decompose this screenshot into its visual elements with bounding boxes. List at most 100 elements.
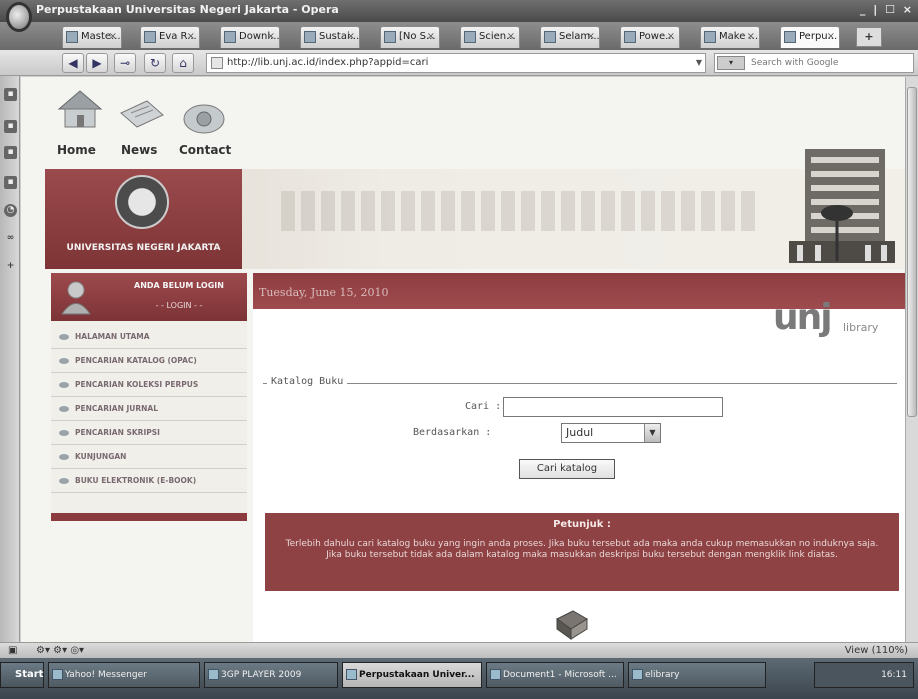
close-icon[interactable]: × xyxy=(267,27,275,47)
bullet-icon xyxy=(59,406,69,412)
berdasarkan-selected: Judul xyxy=(566,426,594,439)
close-icon[interactable]: × xyxy=(347,27,355,47)
close-icon[interactable]: × xyxy=(187,27,195,47)
petunjuk-box: Petunjuk : Terlebih dahulu cari katalog … xyxy=(265,513,899,591)
window-controls[interactable]: _ | ☐ × xyxy=(860,0,914,20)
search-engine-icon[interactable]: ▾ xyxy=(717,56,745,70)
tab-3[interactable]: Downl... × xyxy=(220,26,280,48)
downloads-icon[interactable]: ▪ xyxy=(4,176,17,189)
menu-item-halaman-utama[interactable]: HALAMAN UTAMA xyxy=(51,325,247,349)
taskbar-item-elibrary[interactable]: elibrary xyxy=(628,662,766,688)
banner-decoration xyxy=(281,191,761,231)
contact-phone-icon[interactable] xyxy=(179,93,229,137)
tab-8[interactable]: Powe... × xyxy=(620,26,680,48)
bullet-icon xyxy=(59,382,69,388)
window-titlebar: Perpustakaan Universitas Negeri Jakarta … xyxy=(0,0,918,32)
login-panel: ANDA BELUM LOGIN - - LOGIN - - xyxy=(51,273,247,321)
messenger-icon xyxy=(52,669,63,680)
menu-item-kunjungan[interactable]: KUNJUNGAN xyxy=(51,445,247,469)
scrollbar-thumb[interactable] xyxy=(907,87,917,417)
tab-10-active[interactable]: Perpu... × xyxy=(780,26,840,48)
search-input[interactable] xyxy=(749,55,909,71)
close-icon[interactable]: × xyxy=(109,27,117,47)
tab-5[interactable]: [No S... × xyxy=(380,26,440,48)
history-icon[interactable]: ◔ xyxy=(4,204,17,217)
status-bar: ▣ ⚙▾ ⚙▾ ◎▾ View (110%) xyxy=(0,642,918,658)
taskbar-item-label: elibrary xyxy=(645,670,680,680)
taskbar-item-3gp[interactable]: 3GP PLAYER 2009 xyxy=(204,662,338,688)
menu-item-jurnal[interactable]: PENCARIAN JURNAL xyxy=(51,397,247,421)
close-icon[interactable]: × xyxy=(587,27,595,47)
menu-item-ebook[interactable]: BUKU ELEKTRONIK (E-BOOK) xyxy=(51,469,247,493)
menu-item-opac[interactable]: PENCARIAN KATALOG (OPAC) xyxy=(51,349,247,373)
taskbar-item-yahoo[interactable]: Yahoo! Messenger xyxy=(48,662,200,688)
login-status: ANDA BELUM LOGIN xyxy=(134,281,224,290)
page-icon xyxy=(66,31,78,43)
widgets-icon[interactable]: ▪ xyxy=(4,120,17,133)
key-icon[interactable]: ⊸ xyxy=(114,53,136,73)
bookmarks-icon[interactable]: ▪ xyxy=(4,88,17,101)
opera-menu-icon[interactable] xyxy=(6,2,32,32)
page-icon xyxy=(544,31,556,43)
tab-7[interactable]: Selam... × xyxy=(540,26,600,48)
close-icon[interactable]: × xyxy=(667,27,675,47)
reload-icon[interactable]: ↻ xyxy=(144,53,166,73)
chevron-down-icon[interactable]: ▼ xyxy=(644,424,660,442)
cari-label: Cari : xyxy=(465,401,502,412)
taskbar-item-label: Yahoo! Messenger xyxy=(65,670,147,680)
page-icon xyxy=(464,31,476,43)
tab-2[interactable]: Eva R... × xyxy=(140,26,200,48)
cari-katalog-button[interactable]: Cari katalog xyxy=(519,459,615,479)
status-tools-icon[interactable]: ⚙▾ ⚙▾ ◎▾ xyxy=(36,643,84,658)
add-panel-icon[interactable]: + xyxy=(4,260,17,273)
home-house-icon[interactable] xyxy=(55,87,105,131)
nav-news-link[interactable]: News xyxy=(121,143,157,157)
taskbar-item-opera[interactable]: Perpustakaan Univer... xyxy=(342,662,482,688)
main-content: Tuesday, June 15, 2010 unj library Katal… xyxy=(253,273,905,642)
notes-icon[interactable]: ▪ xyxy=(4,146,17,159)
menu-item-koleksi[interactable]: PENCARIAN KOLEKSI PERPUS xyxy=(51,373,247,397)
address-field[interactable]: http://lib.unj.ac.id/index.php?appid=car… xyxy=(206,53,706,73)
tab-1[interactable]: Maste... × xyxy=(62,26,122,48)
word-icon xyxy=(490,669,501,680)
page-icon xyxy=(384,31,396,43)
university-name: UNIVERSITAS NEGERI JAKARTA xyxy=(66,243,221,253)
zoom-level[interactable]: View (110%) xyxy=(845,643,908,658)
links-icon[interactable]: ∞ xyxy=(4,232,17,245)
tab-4[interactable]: Sustai... × xyxy=(300,26,360,48)
close-icon[interactable]: × xyxy=(827,27,835,47)
bullet-icon xyxy=(59,430,69,436)
taskbar-item-word[interactable]: Document1 - Microsoft ... xyxy=(486,662,624,688)
taskbar-item-label: Perpustakaan Univer... xyxy=(359,670,475,680)
tab-6[interactable]: Scien... × xyxy=(460,26,520,48)
home-icon[interactable]: ⌂ xyxy=(172,53,194,73)
tab-9[interactable]: Make ... × xyxy=(700,26,760,48)
news-newspaper-icon[interactable] xyxy=(117,93,167,137)
login-link[interactable]: - - LOGIN - - xyxy=(111,301,247,310)
close-icon[interactable]: × xyxy=(747,27,755,47)
window-title: Perpustakaan Universitas Negeri Jakarta … xyxy=(36,3,339,16)
panel-toggle-icon[interactable]: ▣ xyxy=(8,643,17,658)
fieldset-legend: Katalog Buku xyxy=(267,376,348,387)
berdasarkan-select[interactable]: Judul ▼ xyxy=(561,423,661,443)
forward-arrow-icon[interactable]: ▶ xyxy=(86,53,108,73)
menu-item-skripsi[interactable]: PENCARIAN SKRIPSI xyxy=(51,421,247,445)
current-date: Tuesday, June 15, 2010 xyxy=(259,286,389,299)
close-icon[interactable]: × xyxy=(427,27,435,47)
bullet-icon xyxy=(59,478,69,484)
nav-contact-link[interactable]: Contact xyxy=(179,143,231,157)
search-box[interactable]: ▾ xyxy=(714,53,914,73)
chevron-down-icon[interactable]: ▼ xyxy=(696,54,702,72)
nav-home-link[interactable]: Home xyxy=(57,143,96,157)
back-arrow-icon[interactable]: ◀ xyxy=(62,53,84,73)
close-icon[interactable]: × xyxy=(507,27,515,47)
petunjuk-title: Petunjuk : xyxy=(553,519,611,530)
bullet-icon xyxy=(59,334,69,340)
start-button[interactable]: Start xyxy=(0,662,44,688)
menu-item-label: HALAMAN UTAMA xyxy=(75,332,150,341)
bullet-icon xyxy=(59,358,69,364)
new-tab-button[interactable]: + xyxy=(856,27,882,47)
vertical-scrollbar[interactable] xyxy=(905,77,918,642)
page-icon xyxy=(304,31,316,43)
cari-input[interactable] xyxy=(503,397,723,417)
